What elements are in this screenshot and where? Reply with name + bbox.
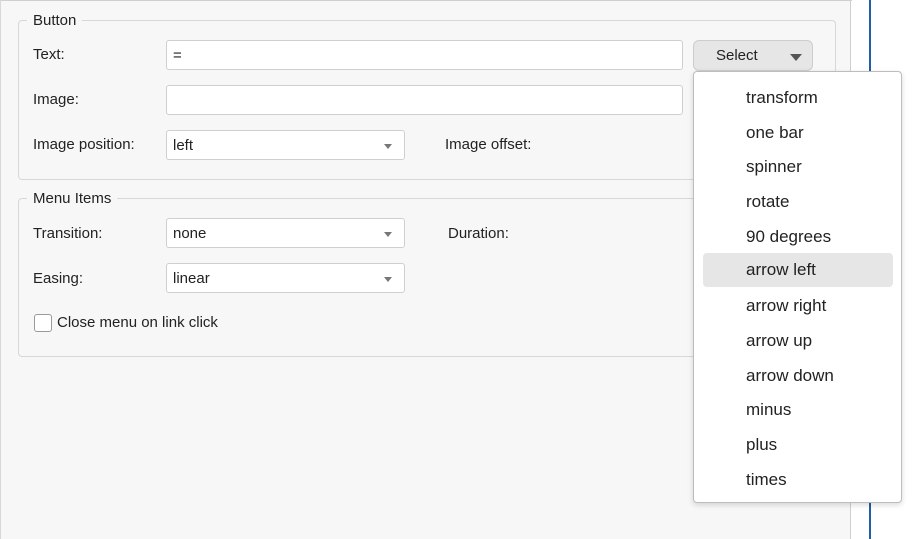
dropdown-item-arrow-down[interactable]: arrow down <box>703 359 893 393</box>
dropdown-item-spinner[interactable]: spinner <box>703 150 893 184</box>
text-input[interactable] <box>166 40 683 70</box>
select-button-label: Select <box>716 47 758 64</box>
text-label: Text: <box>33 46 65 63</box>
transition-select[interactable]: none <box>166 218 405 248</box>
dropdown-item-one-bar[interactable]: one bar <box>703 116 893 150</box>
duration-label: Duration: <box>448 225 509 242</box>
caret-down-icon <box>790 54 802 61</box>
easing-label: Easing: <box>33 270 84 287</box>
easing-select[interactable]: linear <box>166 263 405 293</box>
dropdown-item-arrow-up[interactable]: arrow up <box>703 324 893 358</box>
image-input[interactable] <box>166 85 683 115</box>
transition-value: none <box>173 225 207 242</box>
dropdown-item-rotate[interactable]: rotate <box>703 185 893 219</box>
image-label: Image: <box>33 91 79 108</box>
image-position-select[interactable]: left <box>166 130 405 160</box>
menu-items-group-legend: Menu Items <box>33 190 112 207</box>
image-position-label: Image position: <box>33 136 135 153</box>
select-button[interactable]: Select <box>693 40 813 71</box>
dropdown-item-plus[interactable]: plus <box>703 428 893 462</box>
close-menu-label[interactable]: Close menu on link click <box>57 314 218 331</box>
dropdown-item-transform[interactable]: transform <box>703 81 893 115</box>
dropdown-item-minus[interactable]: minus <box>703 393 893 427</box>
button-group-legend: Button <box>33 12 77 29</box>
panel-top-border <box>1 0 852 1</box>
close-menu-checkbox[interactable] <box>34 314 52 332</box>
dropdown-item-arrow-left[interactable]: arrow left <box>703 253 893 287</box>
image-offset-label: Image offset: <box>445 136 532 153</box>
dropdown-item-times[interactable]: times <box>703 463 893 497</box>
caret-down-icon <box>384 232 392 237</box>
easing-value: linear <box>173 270 210 287</box>
caret-down-icon <box>384 144 392 149</box>
dropdown-item-arrow-right[interactable]: arrow right <box>703 289 893 323</box>
select-dropdown-menu: transform one bar spinner rotate 90 degr… <box>693 71 902 503</box>
transition-label: Transition: <box>33 225 103 242</box>
caret-down-icon <box>384 277 392 282</box>
dropdown-item-90-degrees[interactable]: 90 degrees <box>703 220 893 254</box>
image-position-value: left <box>173 137 194 154</box>
